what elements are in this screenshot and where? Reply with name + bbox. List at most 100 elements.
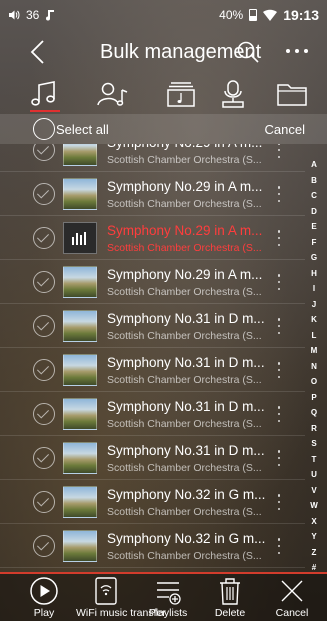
cancel-button[interactable]: Cancel bbox=[262, 576, 322, 621]
index-letter[interactable]: E bbox=[311, 222, 316, 231]
index-letter[interactable]: W bbox=[310, 501, 318, 510]
index-letter[interactable]: V bbox=[311, 486, 316, 495]
track-checkbox[interactable] bbox=[33, 359, 55, 381]
track-more-icon[interactable] bbox=[276, 318, 282, 334]
track-artist: Scottish Chamber Orchestra (S... bbox=[107, 286, 262, 298]
music-note-icon bbox=[31, 81, 55, 106]
track-row[interactable]: Symphony No.31 in D m... Scottish Chamber… bbox=[0, 304, 305, 348]
track-artist: Scottish Chamber Orchestra (S... bbox=[107, 242, 262, 254]
index-letter[interactable]: Z bbox=[312, 548, 317, 557]
index-letter[interactable]: O bbox=[311, 377, 317, 386]
volume-level: 36 bbox=[26, 8, 40, 22]
track-title: Symphony No.29 in A m... bbox=[107, 144, 267, 150]
track-more-icon[interactable] bbox=[276, 406, 282, 422]
track-checkbox[interactable] bbox=[33, 535, 55, 557]
track-row[interactable]: Symphony No.31 in D m... Scottish Chamber… bbox=[0, 436, 305, 480]
index-letter[interactable]: L bbox=[312, 331, 317, 340]
album-art-thumbnail bbox=[63, 178, 97, 210]
cancel-selection-button[interactable]: Cancel bbox=[265, 122, 305, 137]
index-letter[interactable]: Y bbox=[311, 532, 316, 541]
playlists-button[interactable]: Playlists bbox=[138, 576, 198, 621]
track-more-icon[interactable] bbox=[276, 494, 282, 510]
index-letter[interactable]: H bbox=[311, 269, 317, 278]
track-title: Symphony No.29 in A m... bbox=[107, 223, 263, 238]
index-letter[interactable]: U bbox=[311, 470, 317, 479]
wifi-transfer-label: WiFi music transfer bbox=[76, 607, 166, 619]
index-letter[interactable]: B bbox=[311, 176, 317, 185]
track-title: Symphony No.29 in A m... bbox=[107, 179, 263, 194]
index-letter[interactable]: J bbox=[312, 300, 316, 309]
track-more-icon[interactable] bbox=[276, 274, 282, 290]
track-row[interactable]: Symphony No.29 in A m... Scottish Chamber… bbox=[0, 144, 305, 172]
tab-genres[interactable] bbox=[215, 78, 251, 110]
album-art-thumbnail bbox=[63, 144, 97, 166]
select-all-label[interactable]: Select all bbox=[56, 122, 109, 137]
index-letter[interactable]: R bbox=[311, 424, 317, 433]
index-letter[interactable]: # bbox=[312, 563, 316, 572]
category-tabs bbox=[0, 76, 327, 114]
track-row[interactable]: Symphony No.32 in G m... Scottish Chamber… bbox=[0, 480, 305, 524]
active-tab-indicator bbox=[30, 110, 60, 112]
back-icon[interactable] bbox=[26, 38, 50, 66]
select-bar: Select all Cancel bbox=[0, 114, 327, 144]
play-label: Play bbox=[33, 607, 55, 619]
track-checkbox[interactable] bbox=[33, 315, 55, 337]
index-letter[interactable]: M bbox=[311, 346, 318, 355]
album-art-thumbnail bbox=[63, 266, 97, 298]
alphabet-index[interactable]: A B C D E F G H I J K L M N O P Q R S T U V W X Y Z # bbox=[305, 160, 323, 572]
index-letter[interactable]: N bbox=[311, 362, 317, 371]
track-checkbox[interactable] bbox=[33, 144, 55, 161]
track-row[interactable]: Symphony No.31 in D m... Scottish Chamber… bbox=[0, 348, 305, 392]
track-title: Symphony No.31 in D m... bbox=[107, 399, 265, 414]
play-button[interactable]: Play bbox=[14, 576, 74, 621]
play-icon bbox=[30, 577, 58, 605]
more-options-icon[interactable] bbox=[282, 41, 312, 61]
track-checkbox[interactable] bbox=[33, 447, 55, 469]
track-row[interactable]: Symphony No.32 in G m... Scottish Chamber… bbox=[0, 524, 305, 568]
track-checkbox[interactable] bbox=[33, 183, 55, 205]
track-row[interactable]: Symphony No.31 in D m... Scottish Chamber… bbox=[0, 392, 305, 436]
track-checkbox[interactable] bbox=[33, 271, 55, 293]
track-artist: Scottish Chamber Orchestra (S... bbox=[107, 198, 262, 210]
track-artist: Scottish Chamber Orchestra (S... bbox=[107, 418, 262, 430]
delete-button[interactable]: Delete bbox=[200, 576, 260, 621]
battery-icon bbox=[249, 9, 258, 21]
track-row[interactable]: Symphony No.29 in A m... Scottish Chamber… bbox=[0, 260, 305, 304]
track-more-icon[interactable] bbox=[276, 362, 282, 378]
cancel-label: Cancel bbox=[275, 607, 309, 619]
tab-folders[interactable] bbox=[274, 78, 310, 110]
track-more-icon[interactable] bbox=[276, 186, 282, 202]
index-letter[interactable]: F bbox=[312, 238, 317, 247]
track-more-icon[interactable] bbox=[276, 144, 282, 158]
track-row[interactable]: Symphony No.29 in A m... Scottish Chamber… bbox=[0, 172, 305, 216]
tab-artists[interactable] bbox=[95, 78, 131, 110]
index-letter[interactable]: G bbox=[311, 253, 317, 262]
track-artist: Scottish Chamber Orchestra (S... bbox=[107, 330, 262, 342]
select-all-checkbox[interactable] bbox=[33, 118, 55, 140]
track-more-icon[interactable] bbox=[276, 450, 282, 466]
track-more-icon[interactable] bbox=[276, 230, 282, 246]
index-letter[interactable]: S bbox=[311, 439, 316, 448]
index-letter[interactable]: K bbox=[311, 315, 317, 324]
track-row[interactable]: Symphony No.29 in A m... Scottish Chamber… bbox=[0, 216, 305, 260]
tab-albums[interactable] bbox=[163, 78, 199, 110]
bottom-action-bar: Play WiFi music transfer Playlists Delet… bbox=[0, 572, 327, 621]
index-letter[interactable]: T bbox=[312, 455, 317, 464]
track-checkbox[interactable] bbox=[33, 403, 55, 425]
index-letter[interactable]: Q bbox=[311, 408, 317, 417]
tab-songs[interactable] bbox=[27, 78, 63, 110]
add-to-playlist-icon bbox=[157, 582, 181, 605]
track-checkbox[interactable] bbox=[33, 491, 55, 513]
track-checkbox[interactable] bbox=[33, 227, 55, 249]
index-letter[interactable]: I bbox=[313, 284, 315, 293]
track-artist: Scottish Chamber Orchestra (S... bbox=[107, 154, 262, 166]
wifi-transfer-button[interactable]: WiFi music transfer bbox=[76, 576, 166, 621]
index-letter[interactable]: X bbox=[311, 517, 316, 526]
search-icon[interactable] bbox=[236, 40, 260, 64]
index-letter[interactable]: D bbox=[311, 207, 317, 216]
index-letter[interactable]: C bbox=[311, 191, 317, 200]
track-more-icon[interactable] bbox=[276, 538, 282, 554]
index-letter[interactable]: P bbox=[311, 393, 316, 402]
delete-label: Delete bbox=[214, 607, 246, 619]
index-letter[interactable]: A bbox=[311, 160, 317, 169]
